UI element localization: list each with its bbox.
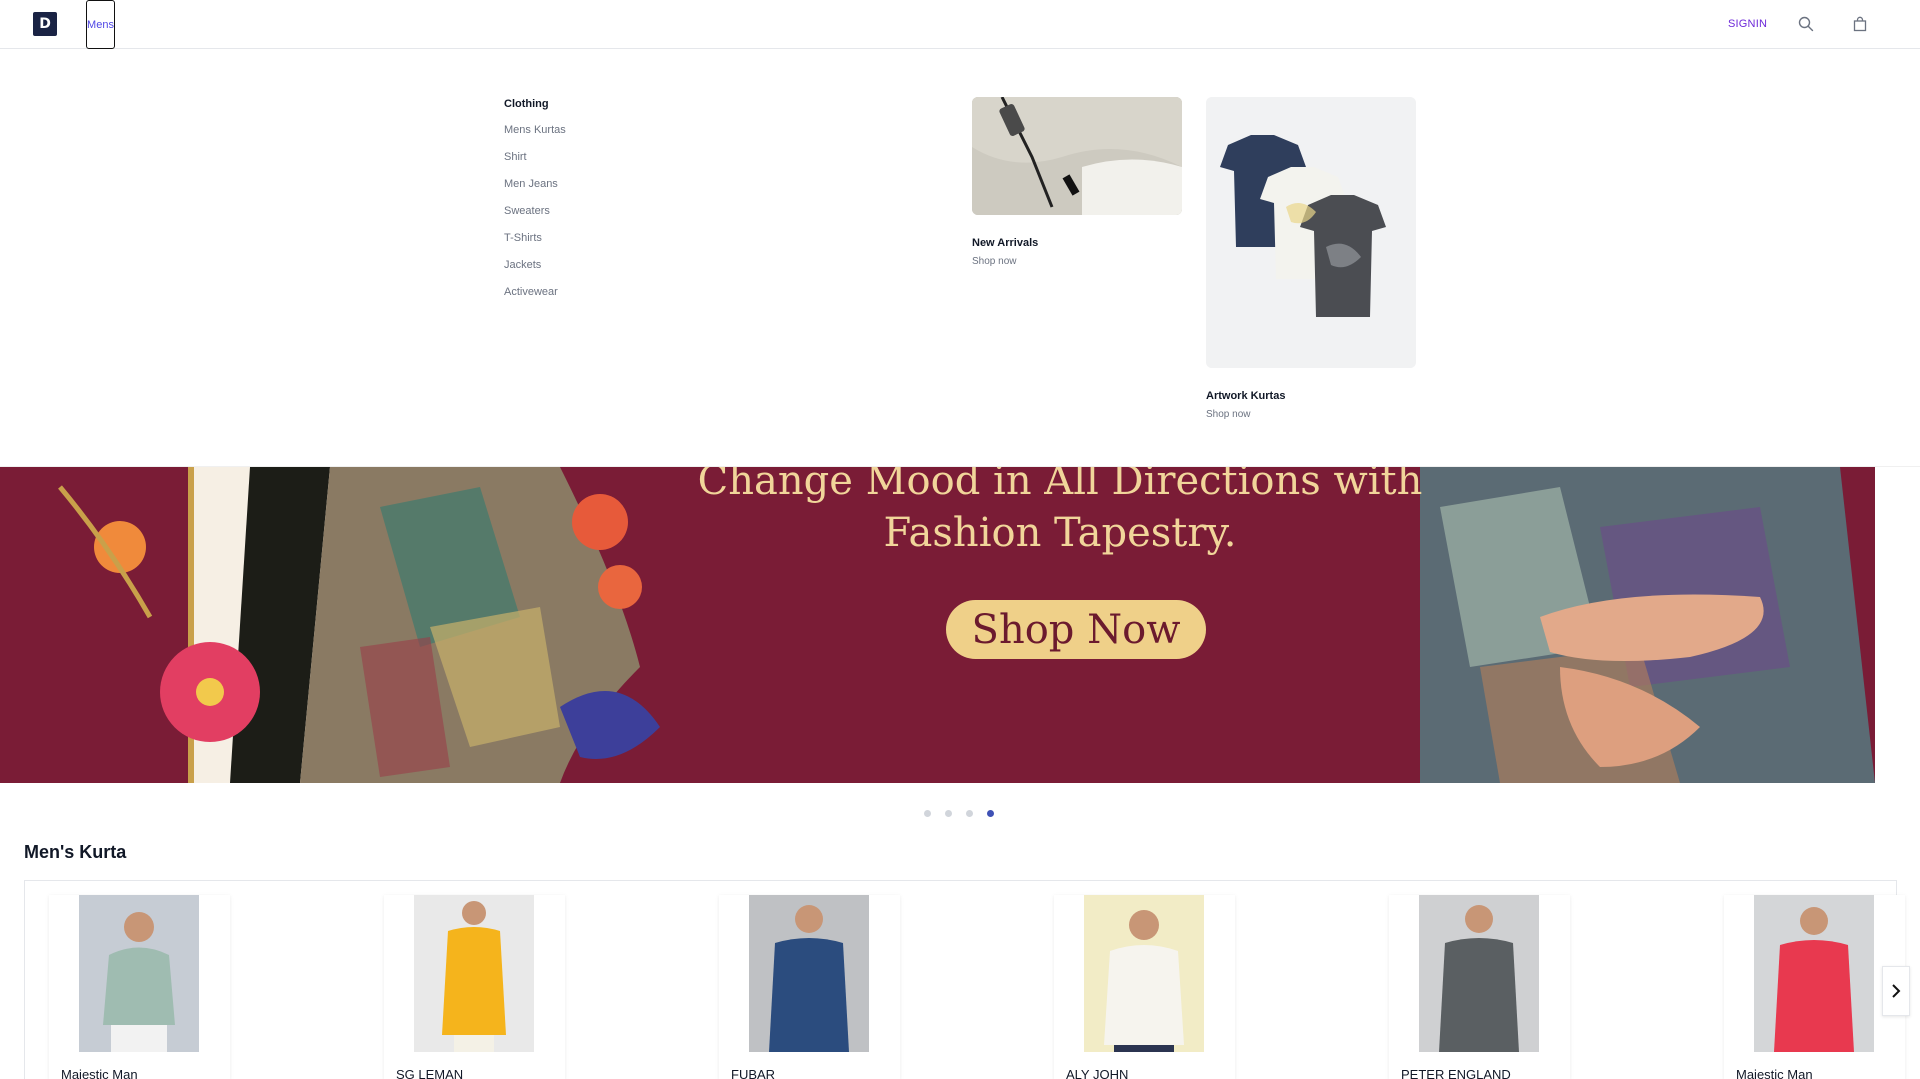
nav-item-label: Mens: [87, 18, 114, 31]
mega-menu: Clothing Mens Kurtas Shirt Men Jeans Swe…: [0, 49, 1920, 467]
menu-column-clothing: Clothing Mens Kurtas Shirt Men Jeans Swe…: [504, 98, 566, 313]
banner-headline-line: Change Mood in All Directions with: [697, 467, 1423, 504]
product-brand[interactable]: FUBAR: [731, 1067, 775, 1079]
product-card[interactable]: ALY JOHN: [1054, 895, 1235, 1079]
search-icon[interactable]: [1796, 14, 1816, 34]
carousel-next-button[interactable]: [1882, 966, 1910, 1016]
banner-pagination: [924, 810, 994, 817]
hero-banner[interactable]: Change Mood in All Directions with Fashi…: [0, 467, 1875, 783]
site-header: D Mens SIGNIN: [0, 0, 1920, 49]
shopping-bag-icon[interactable]: [1850, 14, 1870, 34]
featured-shop-now-link[interactable]: Shop now: [972, 256, 1182, 267]
logo[interactable]: D: [33, 12, 57, 36]
menu-item-mens-kurtas[interactable]: Mens Kurtas: [504, 124, 566, 151]
nav-item-mens[interactable]: Mens: [86, 0, 115, 49]
pagination-dot[interactable]: [924, 810, 931, 817]
menu-section-title: Clothing: [504, 98, 549, 110]
product-card[interactable]: FUBAR: [719, 895, 900, 1079]
product-card[interactable]: SG LEMAN: [384, 895, 565, 1079]
logo-letter: D: [39, 16, 51, 32]
menu-item-jackets[interactable]: Jackets: [504, 259, 566, 286]
pagination-dot-active[interactable]: [987, 810, 994, 817]
product-brand[interactable]: SG LEMAN: [396, 1067, 463, 1079]
section-title: Men's Kurta: [24, 842, 127, 862]
product-card[interactable]: Majestic Man: [49, 895, 230, 1079]
product-brand[interactable]: PETER ENGLAND: [1401, 1067, 1511, 1079]
product-image[interactable]: [79, 895, 199, 1052]
banner-headline: Change Mood in All Directions with Fashi…: [695, 467, 1425, 559]
product-image[interactable]: [1419, 895, 1539, 1052]
featured-artwork-kurtas[interactable]: Artwork Kurtas Shop now: [1206, 97, 1416, 420]
product-carousel: Majestic Man SG LEMAN FUBAR ALY JOHN PET…: [24, 880, 1905, 1079]
featured-shop-now-link[interactable]: Shop now: [1206, 409, 1416, 420]
chevron-right-icon: [1892, 984, 1901, 998]
product-image[interactable]: [1084, 895, 1204, 1052]
signin-link[interactable]: SIGNIN: [1728, 18, 1767, 30]
product-brand[interactable]: Majestic Man: [61, 1067, 138, 1079]
artwork-kurtas-image[interactable]: [1206, 97, 1416, 368]
product-brand[interactable]: ALY JOHN: [1066, 1067, 1128, 1079]
menu-item-activewear[interactable]: Activewear: [504, 286, 566, 313]
banner-headline-line: Fashion Tapestry.: [883, 510, 1237, 556]
product-brand[interactable]: Majestic Man: [1736, 1067, 1813, 1079]
menu-item-t-shirts[interactable]: T-Shirts: [504, 232, 566, 259]
pagination-dot[interactable]: [945, 810, 952, 817]
menu-item-shirt[interactable]: Shirt: [504, 151, 566, 178]
product-image[interactable]: [749, 895, 869, 1052]
menu-item-sweaters[interactable]: Sweaters: [504, 205, 566, 232]
featured-new-arrivals[interactable]: New Arrivals Shop now: [972, 97, 1182, 267]
featured-title[interactable]: New Arrivals: [972, 237, 1182, 249]
product-card[interactable]: PETER ENGLAND: [1389, 895, 1570, 1079]
product-image[interactable]: [1754, 895, 1874, 1052]
shop-now-button[interactable]: Shop Now: [946, 600, 1206, 659]
product-card[interactable]: Majestic Man: [1724, 895, 1905, 1079]
product-image[interactable]: [414, 895, 534, 1052]
new-arrivals-image[interactable]: [972, 97, 1182, 215]
menu-item-men-jeans[interactable]: Men Jeans: [504, 178, 566, 205]
pagination-dot[interactable]: [966, 810, 973, 817]
featured-title[interactable]: Artwork Kurtas: [1206, 390, 1416, 402]
